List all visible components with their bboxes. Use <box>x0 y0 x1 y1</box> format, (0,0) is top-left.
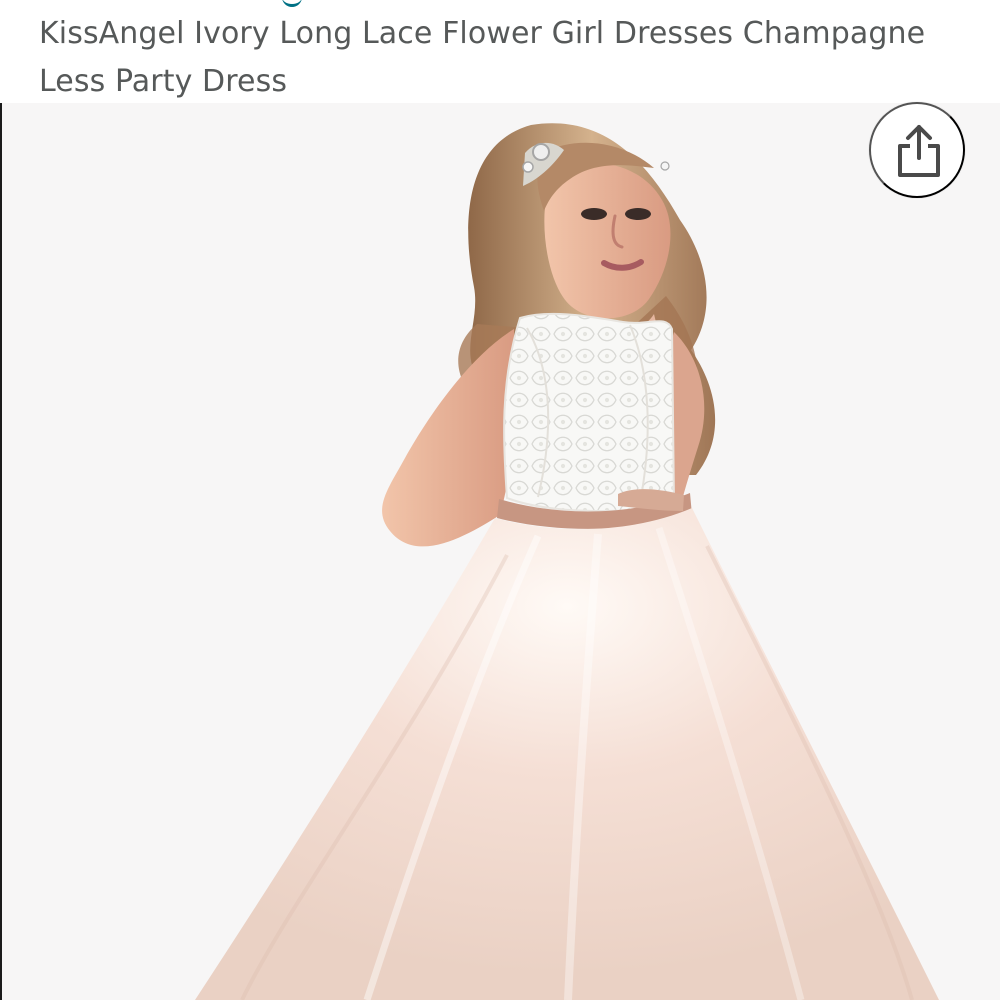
product-title: KissAngel Ivory Long Lace Flower Girl Dr… <box>39 16 926 99</box>
share-button[interactable] <box>869 102 965 198</box>
top-link-fragment <box>282 0 302 7</box>
share-icon <box>898 125 940 177</box>
flower-girl-dress-photo[interactable] <box>2 103 1000 1000</box>
product-detail-page: KissAngel Ivory Long Lace Flower Girl Dr… <box>0 0 1000 1000</box>
product-image-area[interactable] <box>0 103 1000 1000</box>
